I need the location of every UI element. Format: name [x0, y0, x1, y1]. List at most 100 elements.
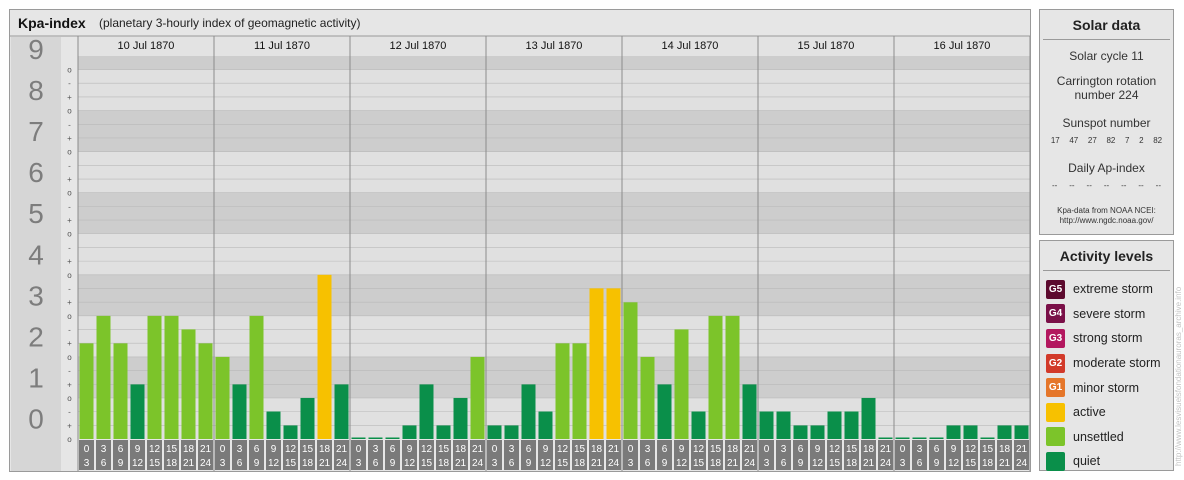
hour-label: 15	[149, 458, 161, 469]
hour-label: 9	[662, 458, 668, 469]
minor-tick-label: o	[67, 394, 72, 403]
minor-tick-label: +	[67, 93, 72, 102]
hour-label: 15	[846, 444, 858, 455]
minor-tick-label: o	[67, 66, 72, 75]
level-label: extreme storm	[1073, 282, 1153, 297]
day-label: 15 Jul 1870	[798, 40, 855, 52]
hour-label: 24	[200, 458, 212, 469]
ap-value: --	[1086, 181, 1092, 190]
kp-bar	[929, 437, 944, 439]
kp-band	[78, 315, 1030, 357]
hour-label: 3	[764, 458, 770, 469]
hour-label: 6	[934, 444, 940, 455]
hour-label: 12	[421, 444, 433, 455]
kp-band	[78, 274, 1030, 316]
y-tick-label: 6	[28, 157, 44, 188]
kp-bar	[198, 343, 213, 439]
hour-label: 21	[744, 444, 756, 455]
kp-bar	[300, 397, 315, 439]
hour-label: 21	[863, 458, 875, 469]
minor-tick-label: +	[67, 257, 72, 266]
hour-label: 12	[965, 444, 977, 455]
level-item-severe-storm: G4 severe storm	[1040, 302, 1173, 327]
hour-label: 9	[118, 458, 124, 469]
hour-label: 18	[438, 458, 450, 469]
kp-bar	[334, 384, 349, 439]
hour-label: 15	[574, 444, 586, 455]
level-swatch: G4	[1046, 304, 1065, 324]
ap-index-title: Daily Ap-index	[1068, 161, 1145, 175]
hour-label: 12	[676, 458, 688, 469]
hour-label: 12	[149, 444, 161, 455]
hour-label: 24	[744, 458, 756, 469]
activity-levels-title: Activity levels	[1043, 241, 1170, 271]
day-label: 14 Jul 1870	[662, 40, 719, 52]
hour-label: 9	[543, 444, 549, 455]
level-label: unsettled	[1073, 429, 1124, 444]
hour-label: 12	[557, 444, 569, 455]
kp-bar	[827, 411, 842, 439]
kp-bar	[113, 343, 128, 439]
minor-tick-label: o	[67, 312, 72, 321]
hour-label: 15	[693, 458, 705, 469]
day-label: 16 Jul 1870	[934, 40, 991, 52]
minor-tick-label: o	[67, 189, 72, 198]
hour-label: 15	[421, 458, 433, 469]
kp-bar	[147, 315, 162, 439]
hour-label: 15	[438, 444, 450, 455]
hour-label: 3	[237, 444, 243, 455]
hour-label: 18	[183, 444, 195, 455]
minor-tick-label: -	[68, 161, 71, 170]
hour-label: 15	[285, 458, 297, 469]
kp-bar	[572, 343, 587, 439]
chart-panel: Kpa-index (planetary 3-hourly index of g…	[9, 9, 1031, 472]
source-link[interactable]: http://www.ngdc.noaa.gov/	[1040, 216, 1173, 226]
level-item-active: active	[1040, 400, 1173, 425]
hour-label: 18	[982, 458, 994, 469]
hour-label: 0	[220, 444, 226, 455]
kp-bar	[555, 343, 570, 439]
hour-label: 15	[982, 444, 994, 455]
kp-bar	[776, 411, 791, 439]
hour-label: 24	[880, 458, 892, 469]
hour-label: 21	[591, 458, 603, 469]
hour-label: 9	[407, 444, 413, 455]
level-item-quiet: quiet	[1040, 449, 1173, 474]
kp-bar	[657, 384, 672, 439]
hour-label: 21	[999, 458, 1011, 469]
kp-bar	[317, 274, 332, 439]
hour-label: 3	[509, 444, 515, 455]
hour-label: 6	[781, 458, 787, 469]
kp-bar	[946, 425, 961, 439]
kp-bar	[453, 397, 468, 439]
minor-tick-label: +	[67, 134, 72, 143]
hour-label: 9	[679, 444, 685, 455]
hour-label: 6	[118, 444, 124, 455]
carrington-rotation: Carrington rotation number 224	[1040, 74, 1173, 102]
kp-bar	[266, 411, 281, 439]
hour-label: 3	[900, 458, 906, 469]
minor-tick-label: o	[67, 271, 72, 280]
kp-bar	[470, 356, 485, 439]
hour-label: 6	[645, 458, 651, 469]
kp-bar	[368, 437, 383, 439]
sunspot-value: 17	[1050, 136, 1060, 145]
hour-label: 6	[509, 458, 515, 469]
minor-tick-label: o	[67, 230, 72, 239]
ap-value: --	[1103, 181, 1110, 190]
level-swatch: G5	[1046, 279, 1065, 299]
hour-label: 0	[84, 444, 90, 455]
minor-tick-label: o	[67, 148, 72, 157]
hour-label: 15	[829, 458, 841, 469]
kp-bar	[810, 425, 825, 439]
hour-label: 18	[302, 458, 314, 469]
minor-tick-label: o	[67, 353, 72, 362]
kp-band	[78, 110, 1030, 152]
y-tick-label: 2	[28, 321, 44, 352]
kp-band	[78, 233, 1030, 275]
hour-label: 0	[356, 444, 362, 455]
hour-label: 21	[880, 444, 892, 455]
hour-label: 3	[628, 458, 634, 469]
kp-bar	[759, 411, 774, 439]
minor-tick-label: +	[67, 175, 72, 184]
